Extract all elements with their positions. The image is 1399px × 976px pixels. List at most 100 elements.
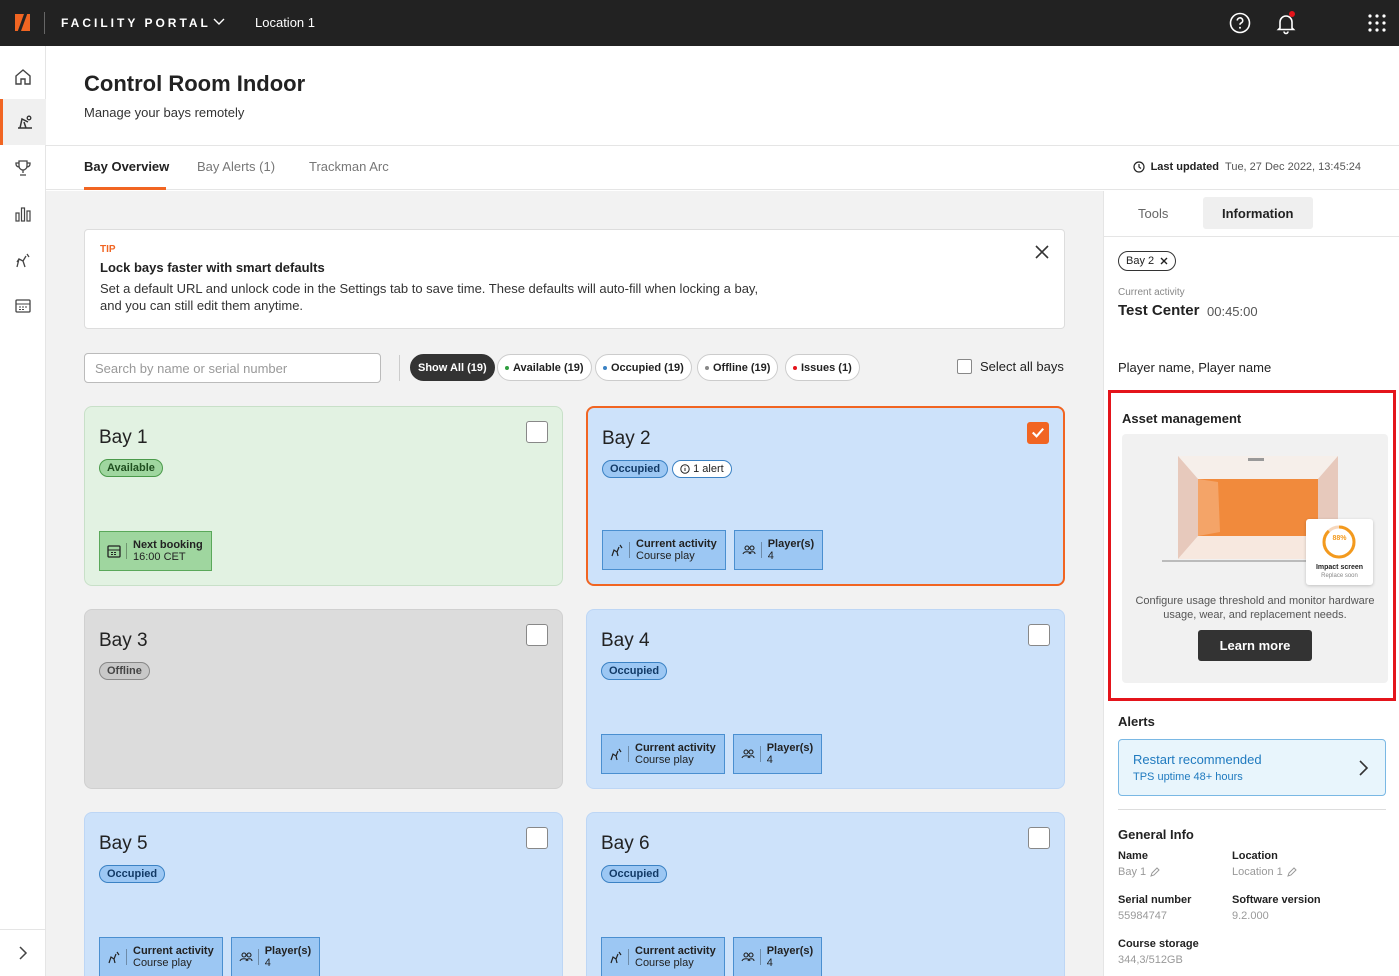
bay-checkbox[interactable] [1028,827,1050,849]
bay-chip-label: Bay 2 [1126,255,1155,267]
nav-control-room[interactable] [0,99,46,145]
serial-value: 55984747 [1118,910,1167,922]
selected-bay-chip[interactable]: Bay 2 [1118,251,1177,271]
bay-overview-area: TIP Lock bays faster with smart defaults… [46,191,1103,976]
tab-tools[interactable]: Tools [1119,197,1187,229]
trackman-logo-icon[interactable] [15,14,30,31]
players-tile: Player(s) 4 [732,937,823,976]
bell-icon[interactable] [1274,11,1298,35]
golfer-icon [611,542,630,558]
page-title: Control Room Indoor [84,71,306,96]
players-tile: Player(s) 4 [733,530,824,570]
bay-card-5[interactable]: Bay 5 Occupied Current activity Course pl… [84,812,563,976]
tile-title: Player(s) [766,945,814,957]
tile-title: Player(s) [264,945,312,957]
tab-bar: Bay Overview Bay Alerts (1) Trackman Arc… [46,146,1399,190]
current-activity-tile: Current activity Course play [99,937,223,976]
filter-label: Available (19) [513,361,584,374]
edit-pencil-icon[interactable] [1150,867,1160,877]
chevron-right-icon [19,945,28,960]
asset-card: 88% Impact screen Replace soon Configure… [1122,434,1388,683]
asset-description: Configure usage threshold and monitor ha… [1135,595,1375,621]
collapse-nav-button[interactable] [0,929,46,975]
filter-available[interactable]: Available (19) [497,354,592,381]
learn-more-button[interactable]: Learn more [1198,630,1312,661]
players-tile: Player(s) 4 [732,734,823,774]
tab-bay-overview[interactable]: Bay Overview [84,159,169,174]
last-updated: Last updated Tue, 27 Dec 2022, 13:45:24 [1132,161,1361,173]
bar-chart-icon [15,207,31,222]
gauge-value: 88% [1332,535,1347,542]
bay-name: Bay 2 [602,428,651,449]
chevron-right-icon [1359,760,1369,776]
divider [1118,809,1386,810]
location-selector[interactable]: Location 1 [255,15,315,30]
bay-name: Bay 4 [601,630,650,651]
asset-title: Asset management [1122,411,1242,426]
occupied-dot-icon [603,365,607,370]
alert-subtitle: TPS uptime 48+ hours [1133,771,1243,783]
status-badge: Occupied [602,460,669,478]
bay-card-2[interactable]: Bay 2 Occupied 1 alert Current activity C… [586,406,1065,586]
users-icon [239,949,259,965]
storage-value: 344,3/512GB [1118,954,1183,966]
location-value[interactable]: Location 1 [1232,866,1297,878]
bay-card-1[interactable]: Bay 1 Available Next booking 16:00 CET [84,406,563,586]
gauge-sub: Replace soon [1321,573,1358,579]
close-icon[interactable] [1034,244,1050,260]
filter-label: Offline (19) [713,361,771,374]
tile-value: Course play [636,550,695,562]
page-header: Control Room Indoor Manage your bays rem… [46,46,1399,146]
player-names: Player name, Player name [1118,360,1272,375]
apps-grid-icon[interactable] [1365,11,1389,35]
bay-checkbox[interactable] [1028,624,1050,646]
bay-card-3[interactable]: Bay 3 Offline [84,609,563,789]
nav-golfer[interactable] [0,237,46,283]
tile-title: Current activity [635,742,716,754]
bay-card-6[interactable]: Bay 6 Occupied Current activity Course pl… [586,812,1065,976]
alert-title: Restart recommended [1133,752,1262,767]
tile-value: 4 [766,754,773,766]
bay-checkbox[interactable] [526,421,548,443]
nav-calendar[interactable] [0,283,46,329]
chevron-down-icon[interactable] [213,15,225,27]
app-brand[interactable]: FACILITY PORTAL [61,16,211,30]
tab-bay-alerts[interactable]: Bay Alerts (1) [197,159,275,174]
filter-show-all[interactable]: Show All (19) [410,354,495,381]
calendar-icon [107,543,127,559]
trophy-icon [15,160,31,176]
nav-tournaments[interactable] [0,145,46,191]
search-input[interactable] [84,353,381,383]
bay-name: Bay 1 [99,427,148,448]
name-value[interactable]: Bay 1 [1118,866,1160,878]
impact-screen-gauge-card: 88% Impact screen Replace soon [1306,519,1373,585]
help-icon[interactable] [1228,11,1252,35]
tab-information[interactable]: Information [1203,197,1313,229]
select-all-label: Select all bays [980,359,1064,374]
select-all-bays[interactable]: Select all bays [957,359,1064,374]
bay-checkbox[interactable] [526,827,548,849]
divider [44,12,45,34]
close-icon[interactable] [1160,257,1168,265]
filter-offline[interactable]: Offline (19) [697,354,779,381]
nav-home[interactable] [0,54,46,100]
filter-occupied[interactable]: Occupied (19) [595,354,692,381]
bay-checkbox[interactable] [526,624,548,646]
bay-card-4[interactable]: Bay 4 Occupied Current activity Course pl… [586,609,1065,789]
tab-trackman-arc[interactable]: Trackman Arc [309,159,389,174]
filter-issues[interactable]: Issues (1) [785,354,860,381]
current-activity-label: Current activity [1118,287,1185,298]
tip-body: Set a default URL and unlock code in the… [100,281,759,313]
last-updated-label: Last updated [1150,161,1220,173]
alert-count: 1 alert [693,463,724,475]
current-activity-tile: Current activity Course play [601,734,725,774]
edit-pencil-icon[interactable] [1286,867,1297,877]
filter-label: Occupied (19) [611,361,684,374]
golfer-icon [610,949,629,965]
info-panel: Tools Information Bay 2 Current activity… [1103,191,1399,976]
select-all-checkbox[interactable] [957,359,972,374]
bay-checkbox[interactable] [1027,422,1049,444]
nav-statistics[interactable] [0,191,46,237]
top-bar: FACILITY PORTAL Location 1 [0,0,1399,46]
alert-item[interactable]: Restart recommended TPS uptime 48+ hours [1118,739,1386,796]
